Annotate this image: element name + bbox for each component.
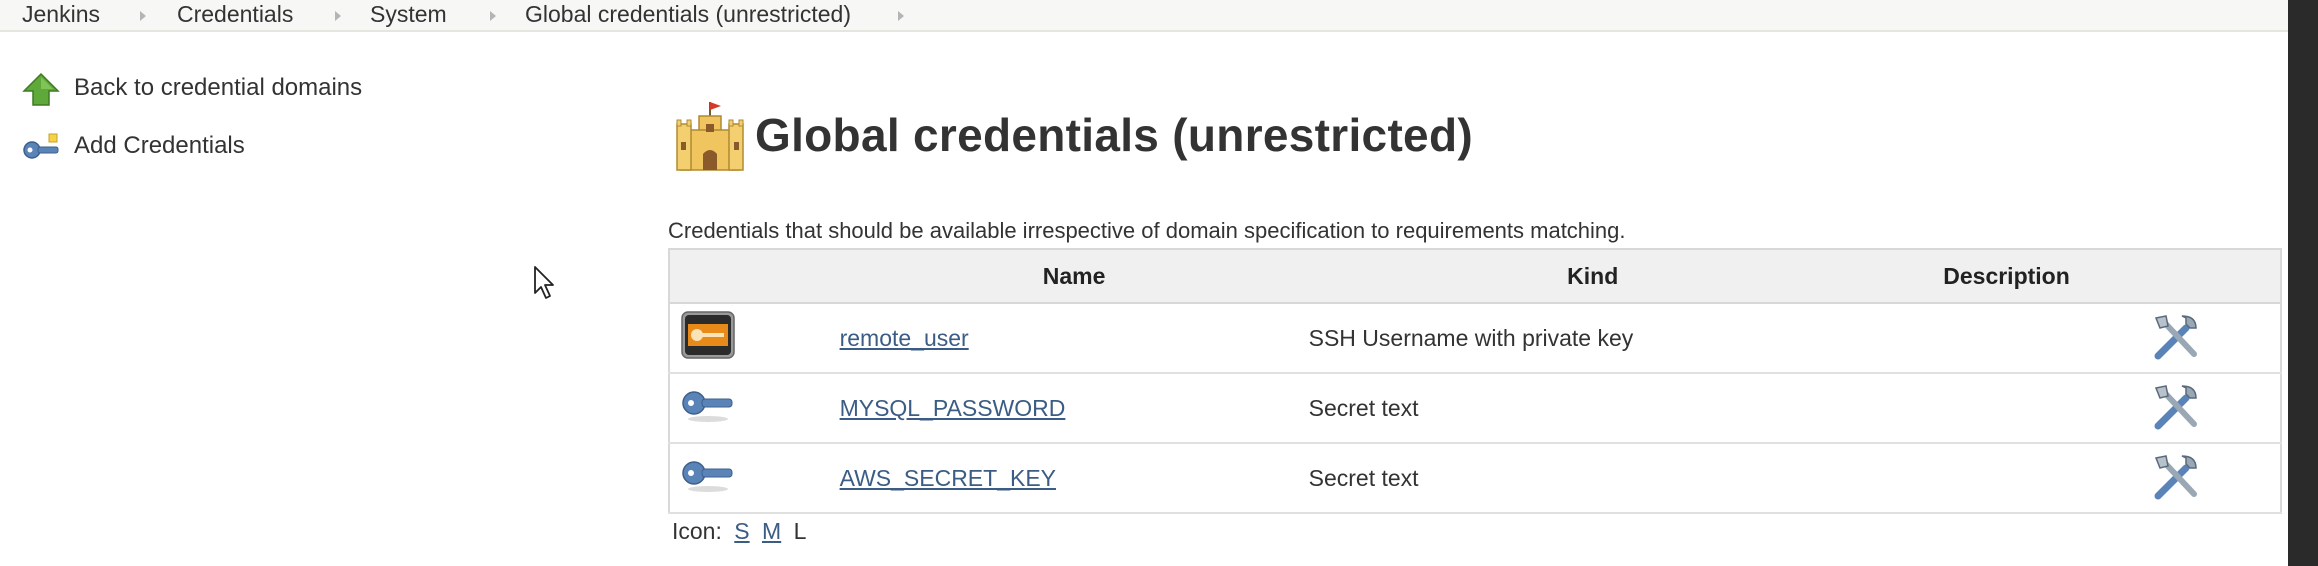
breadcrumb-separator-icon[interactable] xyxy=(335,11,341,21)
row-kind-cell: Secret text xyxy=(1308,443,1877,514)
breadcrumb-system[interactable]: System xyxy=(370,0,447,28)
row-description-cell xyxy=(1876,303,2137,374)
window-edge xyxy=(2288,0,2318,566)
row-kind-cell: SSH Username with private key xyxy=(1308,303,1877,374)
key-add-icon xyxy=(23,133,59,159)
icon-size-medium[interactable]: M xyxy=(762,518,781,544)
ssh-key-card-icon xyxy=(681,311,735,359)
row-icon-cell xyxy=(668,373,840,444)
domain-description: Credentials that should be available irr… xyxy=(668,218,1626,243)
breadcrumb-separator-icon[interactable] xyxy=(140,11,146,21)
mouse-pointer-icon xyxy=(534,266,554,299)
breadcrumb-jenkins[interactable]: Jenkins xyxy=(22,0,100,28)
breadcrumb-credentials[interactable]: Credentials xyxy=(177,0,293,28)
row-description-cell xyxy=(1876,443,2137,514)
header-actions-column xyxy=(2136,248,2282,304)
row-action-cell xyxy=(2136,373,2282,444)
icon-size-small[interactable]: S xyxy=(734,518,749,544)
row-name-cell: MYSQL_PASSWORD xyxy=(839,373,1309,444)
credential-link[interactable]: MYSQL_PASSWORD xyxy=(840,395,1066,421)
configure-tools-icon[interactable] xyxy=(2150,452,2202,504)
back-link-label: Back to credential domains xyxy=(74,74,363,101)
table-row: remote_user SSH Username with private ke… xyxy=(668,303,2282,374)
row-icon-cell xyxy=(668,303,840,374)
green-up-arrow-icon xyxy=(22,72,60,106)
row-icon-cell xyxy=(668,443,840,514)
credential-link[interactable]: remote_user xyxy=(840,325,969,351)
row-description-cell xyxy=(1876,373,2137,444)
table-header-row: Name Kind Description xyxy=(668,248,2282,304)
row-action-cell xyxy=(2136,443,2282,514)
header-name[interactable]: Name xyxy=(839,248,1309,304)
breadcrumb-separator-icon[interactable] xyxy=(490,11,496,21)
header-description[interactable]: Description xyxy=(1876,248,2137,304)
icon-size-selector: Icon: S M L xyxy=(672,518,806,545)
icon-size-label: Icon: xyxy=(672,518,722,544)
credential-link[interactable]: AWS_SECRET_KEY xyxy=(840,465,1056,491)
breadcrumb-separator-icon[interactable] xyxy=(898,11,904,21)
breadcrumb-global-credentials[interactable]: Global credentials (unrestricted) xyxy=(525,0,851,28)
page-title: Global credentials (unrestricted) xyxy=(755,109,1473,161)
credentials-table: Name Kind Description remote_user SSH Us… xyxy=(668,248,2282,514)
key-icon xyxy=(682,461,733,492)
row-name-cell: AWS_SECRET_KEY xyxy=(839,443,1309,514)
key-icon xyxy=(682,391,733,422)
row-name-cell: remote_user xyxy=(839,303,1309,374)
row-kind-cell: Secret text xyxy=(1308,373,1877,444)
castle-icon xyxy=(676,102,744,171)
row-action-cell xyxy=(2136,303,2282,374)
table-row: MYSQL_PASSWORD Secret text xyxy=(668,373,2282,444)
configure-tools-icon[interactable] xyxy=(2150,382,2202,434)
icon-size-large: L xyxy=(793,518,807,544)
add-credentials-label: Add Credentials xyxy=(74,132,245,159)
breadcrumb: Jenkins Credentials System Global creden… xyxy=(0,0,2318,32)
header-icon-column xyxy=(668,248,840,304)
configure-tools-icon[interactable] xyxy=(2150,312,2202,364)
table-row: AWS_SECRET_KEY Secret text xyxy=(668,443,2282,514)
header-kind[interactable]: Kind xyxy=(1308,248,1877,304)
